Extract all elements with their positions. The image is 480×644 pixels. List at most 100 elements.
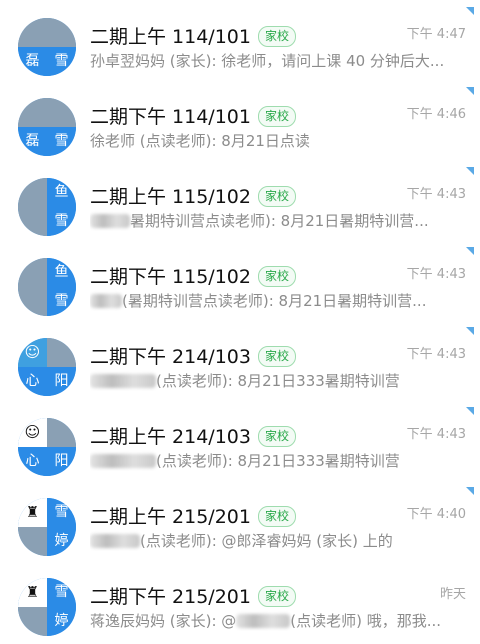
conversation-list: 磊 雪 二期上午 114/101 家校 下午 4:47 孙卓翌妈妈 (家长): 徐…	[0, 0, 480, 641]
conversation-title: 二期下午 115/102 家校	[90, 262, 296, 289]
conversation-time: 昨天	[439, 587, 466, 602]
redacted-name	[90, 454, 156, 468]
group-avatar: 磊 雪	[18, 18, 76, 76]
conversation-time: 下午 4:40	[406, 507, 466, 522]
title-text: 二期下午 115/102	[90, 266, 251, 288]
group-avatar: 鱼 雪	[18, 178, 76, 236]
preview-text: (暑期特训营点读老师): 8月21日暑期特训营...	[122, 292, 427, 310]
trash-icon: ♜	[18, 578, 47, 607]
group-avatar: 磊 雪	[18, 98, 76, 156]
flower-photo-icon	[47, 418, 76, 447]
unread-corner-marker	[466, 7, 474, 15]
title-text: 二期下午 114/101	[90, 106, 251, 128]
conversation-item[interactable]: 鱼 雪 二期上午 115/102 家校 下午 4:43 暑期特训营点读老师): 8…	[0, 164, 480, 244]
conversation-title: 二期下午 114/101 家校	[90, 102, 296, 129]
preview-text: 蒋逸辰妈妈 (家长): @	[90, 612, 237, 630]
conversation-item[interactable]: 鱼 雪 二期下午 115/102 家校 下午 4:43 (暑期特训营点读老师): …	[0, 244, 480, 324]
group-avatar: 鱼 雪	[18, 258, 76, 316]
avatar-char: 婷	[47, 607, 76, 636]
conversation-time: 下午 4:43	[406, 267, 466, 282]
trash-icon: ♜	[18, 498, 47, 527]
unread-corner-marker	[466, 167, 474, 175]
unread-corner-marker	[466, 407, 474, 415]
title-text: 二期上午 114/101	[90, 26, 251, 48]
redacted-name	[90, 374, 156, 388]
conversation-title: 二期下午 215/201 家校	[90, 582, 296, 609]
avatar-char: 磊	[18, 127, 47, 156]
school-tag-badge: 家校	[257, 346, 296, 367]
preview-text: (点读老师): @郎泽睿妈妈 (家长) 上的	[140, 532, 393, 550]
preview-text: (点读老师): 8月21日333暑期特训营	[156, 452, 400, 470]
preview-text: 暑期特训营点读老师): 8月21日暑期特训营...	[130, 212, 429, 230]
yellow-photo-icon	[18, 258, 47, 287]
conversation-title: 二期上午 214/103 家校	[90, 422, 296, 449]
group-avatar: ♜ 雪 婷	[18, 578, 76, 636]
school-tag-badge: 家校	[257, 26, 296, 47]
message-preview: 暑期特训营点读老师): 8月21日暑期特训营...	[90, 210, 465, 231]
conversation-title: 二期下午 214/103 家校	[90, 342, 296, 369]
avatar-char: 雪	[47, 127, 76, 156]
conversation-title: 二期上午 115/102 家校	[90, 182, 296, 209]
conversation-title: 二期上午 215/201 家校	[90, 502, 296, 529]
title-text: 二期下午 214/103	[90, 346, 251, 368]
message-preview: (点读老师): 8月21日333暑期特训营	[90, 450, 465, 471]
title-text: 二期上午 115/102	[90, 186, 251, 208]
title-text: 二期上午 215/201	[90, 506, 251, 528]
green-photo-icon	[18, 18, 47, 47]
conversation-item[interactable]: ♜ 雪 婷 二期下午 215/201 家校 昨天 蒋逸辰妈妈 (家长): @ (点读…	[0, 564, 480, 644]
group-avatar: ☺ 心 阳	[18, 418, 76, 476]
preview-text: 徐老师 (点读老师): 8月21日点读	[90, 132, 310, 150]
message-preview: 蒋逸辰妈妈 (家长): @ (点读老师) 哦，那我...	[90, 610, 465, 631]
preview-text: 孙卓翌妈妈 (家长): 徐老师，请问上课 40 分钟后大...	[90, 52, 445, 70]
unread-corner-marker	[466, 247, 474, 255]
avatar-char: 心	[18, 367, 47, 396]
flower-photo-icon	[47, 98, 76, 127]
unread-corner-marker	[466, 327, 474, 335]
conversation-item[interactable]: ☺ 心 阳 二期上午 214/103 家校 下午 4:43 (点读老师): 8月2…	[0, 404, 480, 484]
message-preview: 孙卓翌妈妈 (家长): 徐老师，请问上课 40 分钟后大...	[90, 50, 465, 71]
redacted-name	[90, 534, 140, 548]
green-photo-icon	[18, 98, 47, 127]
flower-photo-icon	[47, 18, 76, 47]
redacted-name	[236, 614, 291, 628]
flower-photo-icon	[18, 287, 47, 316]
school-tag-badge: 家校	[257, 506, 296, 527]
conversation-item[interactable]: ♜ 雪 婷 二期上午 215/201 家校 下午 4:40 (点读老师): @郎泽…	[0, 484, 480, 564]
unread-corner-marker	[466, 87, 474, 95]
avatar-char: 雪	[47, 287, 76, 316]
cartoon-icon: ☺	[18, 338, 47, 367]
conversation-time: 下午 4:43	[406, 427, 466, 442]
avatar-char: 磊	[18, 47, 47, 76]
conversation-title: 二期上午 114/101 家校	[90, 22, 296, 49]
conversation-item[interactable]: 磊 雪 二期上午 114/101 家校 下午 4:47 孙卓翌妈妈 (家长): 徐…	[0, 4, 480, 84]
conversation-time: 下午 4:46	[406, 107, 466, 122]
school-tag-badge: 家校	[257, 106, 296, 127]
group-avatar: ☺ 心 阳	[18, 338, 76, 396]
avatar-char: 阳	[47, 447, 76, 476]
conversation-time: 下午 4:43	[406, 347, 466, 362]
avatar-char: 婷	[47, 527, 76, 556]
conversation-item[interactable]: 磊 雪 二期下午 114/101 家校 下午 4:46 徐老师 (点读老师): 8…	[0, 84, 480, 164]
avatar-char: 阳	[47, 367, 76, 396]
school-tag-badge: 家校	[257, 186, 296, 207]
flower-photo-icon	[18, 527, 47, 556]
yellow-photo-icon	[18, 178, 47, 207]
conversation-item[interactable]: ☺ 心 阳 二期下午 214/103 家校 下午 4:43 (点读老师): 8月2…	[0, 324, 480, 404]
conversation-time: 下午 4:47	[406, 27, 466, 42]
school-tag-badge: 家校	[257, 586, 296, 607]
cartoon-icon: ☺	[18, 418, 47, 447]
avatar-char: 雪	[47, 498, 76, 527]
avatar-char: 心	[18, 447, 47, 476]
title-text: 二期下午 215/201	[90, 586, 251, 608]
avatar-char: 雪	[47, 578, 76, 607]
title-text: 二期上午 214/103	[90, 426, 251, 448]
preview-text: (点读老师) 哦，那我...	[290, 612, 442, 630]
conversation-time: 下午 4:43	[406, 187, 466, 202]
school-tag-badge: 家校	[257, 266, 296, 287]
school-tag-badge: 家校	[257, 426, 296, 447]
message-preview: (点读老师): @郎泽睿妈妈 (家长) 上的	[90, 530, 465, 551]
avatar-char: 鱼	[47, 178, 76, 207]
message-preview: 徐老师 (点读老师): 8月21日点读	[90, 130, 465, 151]
avatar-char: 雪	[47, 207, 76, 236]
redacted-name	[90, 294, 122, 308]
